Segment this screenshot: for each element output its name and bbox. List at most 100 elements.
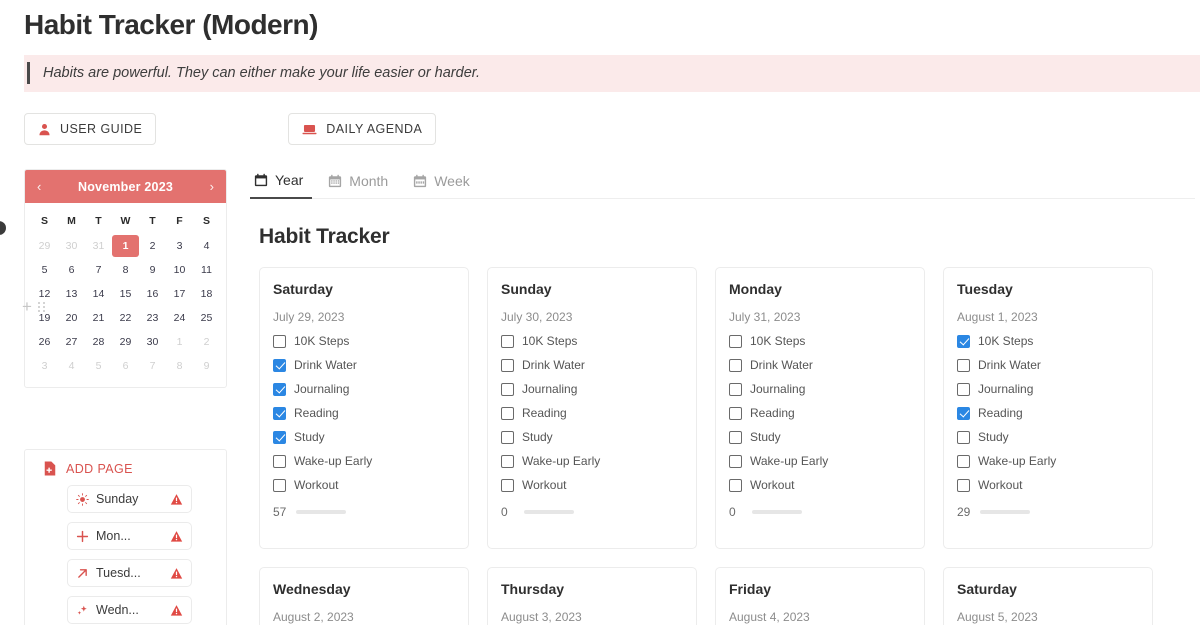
habit-row[interactable]: Study xyxy=(501,430,683,444)
habit-row[interactable]: Wake-up Early xyxy=(501,454,683,468)
habit-row[interactable]: 10K Steps xyxy=(501,334,683,348)
calendar-day[interactable]: 3 xyxy=(166,235,193,257)
habit-row[interactable]: Journaling xyxy=(273,382,455,396)
habit-row[interactable]: Study xyxy=(957,430,1139,444)
tab-year[interactable]: Year xyxy=(250,169,313,199)
calendar-day[interactable]: 29 xyxy=(31,235,58,257)
calendar-day[interactable]: 2 xyxy=(139,235,166,257)
habit-checkbox[interactable] xyxy=(729,358,742,372)
calendar-day[interactable]: 11 xyxy=(193,259,220,281)
calendar-day[interactable]: 23 xyxy=(139,307,166,329)
calendar-day[interactable]: 13 xyxy=(58,283,85,305)
calendar-day[interactable]: 29 xyxy=(112,331,139,353)
calendar-day[interactable]: 30 xyxy=(139,331,166,353)
calendar-day[interactable]: 10 xyxy=(166,259,193,281)
calendar-day[interactable]: 31 xyxy=(85,235,112,257)
calendar-day[interactable]: 2 xyxy=(193,331,220,353)
habit-checkbox[interactable] xyxy=(501,454,514,468)
habit-checkbox[interactable] xyxy=(273,430,286,444)
calendar-day[interactable]: 8 xyxy=(166,355,193,377)
calendar-day[interactable]: 22 xyxy=(112,307,139,329)
habit-row[interactable]: Drink Water xyxy=(957,358,1139,372)
habit-checkbox[interactable] xyxy=(273,478,286,492)
habit-row[interactable]: Wake-up Early xyxy=(729,454,911,468)
calendar-day[interactable]: 30 xyxy=(58,235,85,257)
habit-checkbox[interactable] xyxy=(957,358,970,372)
calendar-day[interactable]: 21 xyxy=(85,307,112,329)
habit-checkbox[interactable] xyxy=(957,382,970,396)
calendar-day[interactable]: 1 xyxy=(166,331,193,353)
calendar-day[interactable]: 28 xyxy=(85,331,112,353)
calendar-prev-month-button[interactable]: ‹ xyxy=(37,179,41,194)
calendar-day[interactable]: 5 xyxy=(85,355,112,377)
habit-checkbox[interactable] xyxy=(957,334,970,348)
habit-row[interactable]: Wake-up Early xyxy=(273,454,455,468)
habit-checkbox[interactable] xyxy=(273,382,286,396)
habit-row[interactable]: Reading xyxy=(957,406,1139,420)
calendar-day[interactable]: 8 xyxy=(112,259,139,281)
habit-row[interactable]: Journaling xyxy=(957,382,1139,396)
add-page-button[interactable]: ADD PAGE xyxy=(25,461,226,476)
calendar-day[interactable]: 6 xyxy=(58,259,85,281)
calendar-day[interactable]: 26 xyxy=(31,331,58,353)
day-chip-tuesd[interactable]: Tuesd... xyxy=(67,559,192,587)
habit-checkbox[interactable] xyxy=(501,478,514,492)
calendar-day[interactable]: 16 xyxy=(139,283,166,305)
calendar-day[interactable]: 4 xyxy=(58,355,85,377)
habit-row[interactable]: Study xyxy=(729,430,911,444)
habit-row[interactable]: Journaling xyxy=(729,382,911,396)
habit-row[interactable]: Drink Water xyxy=(273,358,455,372)
calendar-day[interactable]: 7 xyxy=(85,259,112,281)
habit-checkbox[interactable] xyxy=(729,334,742,348)
habit-row[interactable]: Drink Water xyxy=(729,358,911,372)
habit-checkbox[interactable] xyxy=(501,382,514,396)
habit-row[interactable]: Workout xyxy=(729,478,911,492)
habit-checkbox[interactable] xyxy=(501,334,514,348)
habit-row[interactable]: Study xyxy=(273,430,455,444)
calendar-day-today[interactable]: 1 xyxy=(112,235,139,257)
calendar-day[interactable]: 18 xyxy=(193,283,220,305)
calendar-day[interactable]: 24 xyxy=(166,307,193,329)
habit-checkbox[interactable] xyxy=(501,430,514,444)
habit-checkbox[interactable] xyxy=(273,406,286,420)
habit-checkbox[interactable] xyxy=(729,430,742,444)
habit-checkbox[interactable] xyxy=(729,382,742,396)
habit-row[interactable]: 10K Steps xyxy=(957,334,1139,348)
calendar-day[interactable]: 25 xyxy=(193,307,220,329)
tab-week[interactable]: Week xyxy=(409,170,479,198)
calendar-day[interactable]: 17 xyxy=(166,283,193,305)
habit-row[interactable]: Workout xyxy=(501,478,683,492)
calendar-day[interactable]: 9 xyxy=(139,259,166,281)
habit-row[interactable]: Reading xyxy=(501,406,683,420)
habit-checkbox[interactable] xyxy=(957,430,970,444)
habit-row[interactable]: 10K Steps xyxy=(273,334,455,348)
habit-checkbox[interactable] xyxy=(501,406,514,420)
habit-checkbox[interactable] xyxy=(273,334,286,348)
user-guide-button[interactable]: USER GUIDE xyxy=(24,113,157,145)
calendar-day[interactable]: 7 xyxy=(139,355,166,377)
calendar-day[interactable]: 3 xyxy=(31,355,58,377)
calendar-day[interactable]: 14 xyxy=(85,283,112,305)
habit-row[interactable]: Workout xyxy=(273,478,455,492)
calendar-day[interactable]: 5 xyxy=(31,259,58,281)
habit-row[interactable]: 10K Steps xyxy=(729,334,911,348)
habit-row[interactable]: Reading xyxy=(729,406,911,420)
calendar-day[interactable]: 15 xyxy=(112,283,139,305)
habit-checkbox[interactable] xyxy=(729,454,742,468)
habit-row[interactable]: Journaling xyxy=(501,382,683,396)
habit-checkbox[interactable] xyxy=(729,406,742,420)
calendar-day[interactable]: 9 xyxy=(193,355,220,377)
tab-month[interactable]: Month xyxy=(324,170,397,198)
day-chip-sunday[interactable]: Sunday xyxy=(67,485,192,513)
habit-checkbox[interactable] xyxy=(273,454,286,468)
calendar-day[interactable]: 20 xyxy=(58,307,85,329)
calendar-day[interactable]: 27 xyxy=(58,331,85,353)
calendar-day[interactable]: 4 xyxy=(193,235,220,257)
calendar-next-month-button[interactable]: › xyxy=(210,179,214,194)
habit-checkbox[interactable] xyxy=(957,478,970,492)
day-chip-wedn[interactable]: Wedn... xyxy=(67,596,192,624)
habit-row[interactable]: Workout xyxy=(957,478,1139,492)
calendar-day[interactable]: 6 xyxy=(112,355,139,377)
habit-checkbox[interactable] xyxy=(273,358,286,372)
habit-row[interactable]: Reading xyxy=(273,406,455,420)
